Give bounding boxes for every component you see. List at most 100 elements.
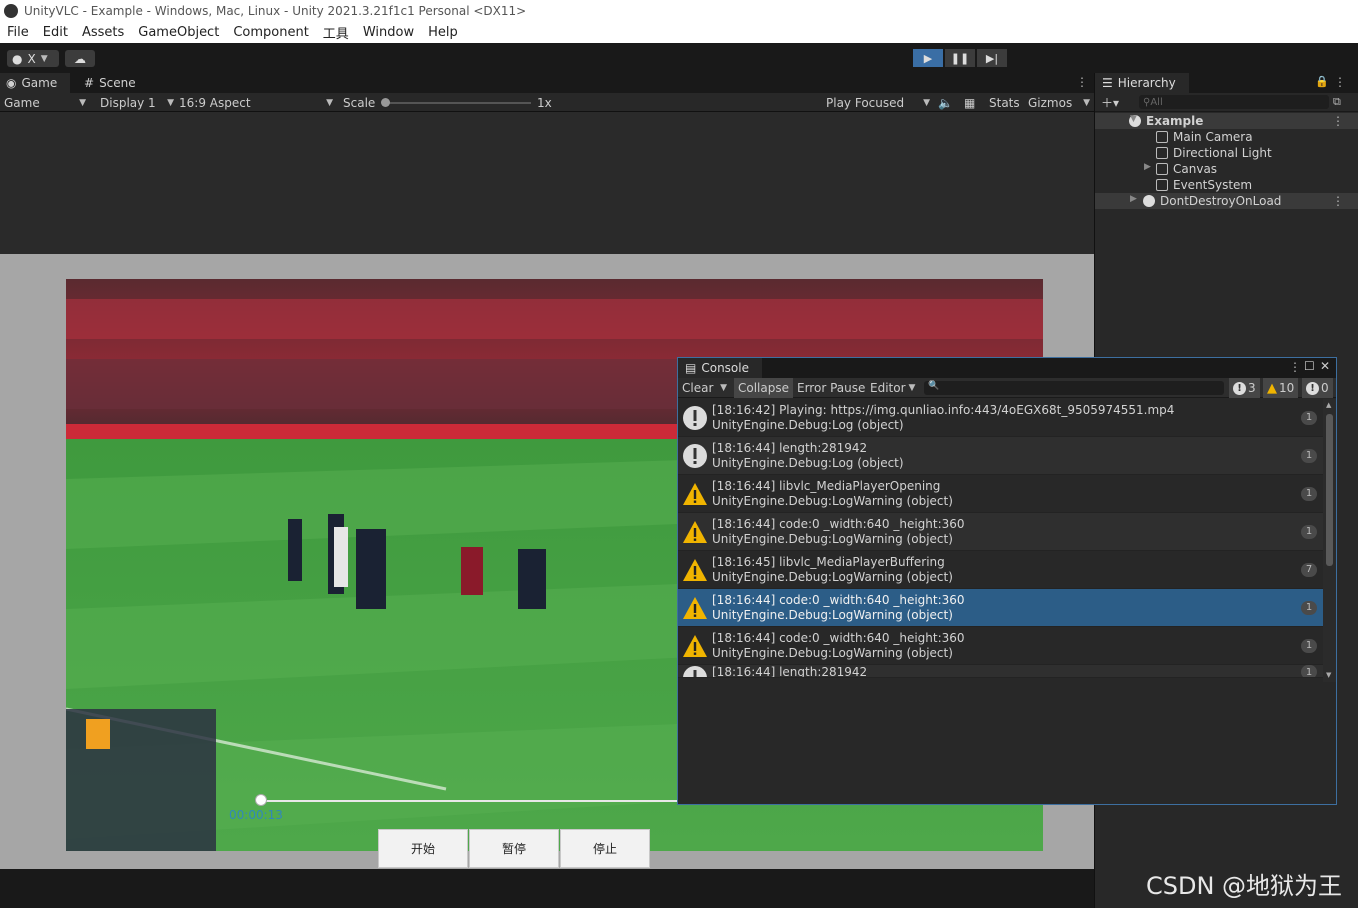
pause-icon: ❚❚ — [950, 51, 970, 65]
scale-slider-track[interactable] — [385, 102, 531, 104]
mute-audio-icon[interactable]: 🔈 — [938, 93, 953, 112]
more-options-icon[interactable]: ⋮ — [1332, 114, 1344, 128]
menu-component[interactable]: Component — [226, 25, 315, 40]
start-button[interactable]: 开始 — [378, 829, 468, 868]
console-scrollbar-thumb[interactable] — [1326, 414, 1333, 566]
console-entry-source: UnityEngine.Debug:LogWarning (object) — [712, 645, 953, 660]
console-entry-text: [18:16:44] code:0 _width:640 _height:360… — [712, 631, 1301, 661]
clear-label: Clear — [682, 381, 714, 395]
scroll-down-icon[interactable]: ▼ — [1326, 671, 1331, 679]
step-button[interactable]: ▶| — [977, 49, 1007, 67]
chevron-down-icon: ▼ — [720, 383, 727, 393]
menu-file[interactable]: File — [0, 25, 36, 40]
display-grid-icon[interactable]: ▦ — [964, 93, 975, 112]
chevron-down-icon[interactable]: ▼ — [1130, 114, 1137, 124]
menu-tools[interactable]: 工具 — [316, 23, 356, 42]
tab-scene[interactable]: # Scene — [78, 73, 142, 93]
tab-game[interactable]: ◉ Game — [0, 73, 70, 93]
warning-icon — [678, 513, 712, 551]
console-entry-message: [18:16:44] length:281942 — [712, 440, 868, 455]
close-icon[interactable]: ✕ — [1320, 359, 1330, 373]
game-mode-dropdown[interactable]: Game ▼ — [4, 93, 90, 112]
cloud-button[interactable]: ☁ — [65, 50, 95, 67]
account-label: X — [27, 51, 36, 66]
display-dropdown[interactable]: Display 1 ▼ — [100, 93, 174, 112]
error-pause-toggle[interactable]: Error Pause — [793, 378, 869, 398]
more-options-icon[interactable]: ⋮ — [1076, 75, 1088, 89]
console-entry-message: [18:16:44] libvlc_MediaPlayerOpening — [712, 478, 941, 493]
scroll-up-icon[interactable]: ▲ — [1326, 401, 1331, 409]
plus-icon: ＋▾ — [1101, 96, 1120, 110]
console-entry-text: [18:16:44] code:0 _width:640 _height:360… — [712, 593, 1301, 623]
menu-edit[interactable]: Edit — [36, 25, 75, 40]
console-entry[interactable]: [18:16:44] length:281942 UnityEngine.Debu… — [678, 437, 1323, 475]
video-progress-knob[interactable] — [255, 794, 267, 806]
tab-hierarchy[interactable]: ☰ Hierarchy — [1095, 73, 1189, 93]
log-filter-toggle[interactable]: ! 3 — [1229, 378, 1260, 398]
menu-window[interactable]: Window — [356, 25, 421, 40]
more-options-icon[interactable]: ⋮ — [1334, 75, 1346, 89]
list-icon: ☰ — [1102, 76, 1113, 90]
play-button[interactable]: ▶ — [913, 49, 943, 67]
menu-help[interactable]: Help — [421, 25, 465, 40]
collapse-toggle[interactable]: Collapse — [734, 378, 793, 398]
error-count: 0 — [1321, 381, 1329, 395]
chevron-down-icon: ▼ — [1083, 97, 1090, 108]
video-progress-track[interactable] — [261, 800, 681, 802]
step-icon: ▶| — [985, 51, 999, 65]
pause-button[interactable]: ❚❚ — [945, 49, 975, 67]
console-entry[interactable]: [18:16:44] code:0 _width:640 _height:360… — [678, 589, 1323, 627]
window-title: UnityVLC - Example - Windows, Mac, Linux… — [24, 4, 527, 18]
error-filter-toggle[interactable]: ! 0 — [1302, 378, 1333, 398]
console-search-input[interactable]: 🔍 — [924, 381, 1224, 395]
clear-dropdown[interactable]: Clear ▼ — [678, 378, 731, 398]
console-entry[interactable]: [18:16:44] length:281942 1 — [678, 665, 1323, 678]
tab-console[interactable]: ▤ Console — [678, 358, 762, 378]
cloud-icon: ☁ — [74, 51, 86, 66]
hierarchy-item-main-camera[interactable]: Main Camera — [1095, 129, 1358, 145]
tab-scene-label: Scene — [99, 76, 136, 90]
hierarchy-item-directional-light[interactable]: Directional Light — [1095, 145, 1358, 161]
add-object-button[interactable]: ＋▾ — [1101, 94, 1119, 111]
info-icon — [678, 665, 712, 677]
console-entry-count: 1 — [1301, 524, 1317, 539]
maximize-icon[interactable]: ☐ — [1304, 359, 1315, 373]
lock-icon[interactable]: 🔒 — [1315, 75, 1329, 88]
grid-icon: # — [84, 76, 95, 90]
menu-gameobject[interactable]: GameObject — [131, 25, 226, 40]
chevron-right-icon[interactable]: ▶ — [1130, 194, 1137, 204]
scale-slider-knob[interactable] — [381, 98, 390, 107]
warning-filter-toggle[interactable]: ▲ 10 — [1263, 378, 1299, 398]
console-entry-count: 1 — [1301, 486, 1317, 501]
pause-video-button[interactable]: 暂停 — [469, 829, 559, 868]
console-entry[interactable]: [18:16:45] libvlc_MediaPlayerBuffering Un… — [678, 551, 1323, 589]
hierarchy-item-canvas[interactable]: Canvas — [1095, 161, 1358, 177]
search-icon: 🔍 — [928, 381, 940, 391]
hierarchy-item-label: Example — [1146, 114, 1204, 128]
hierarchy-search-input[interactable]: ⚲ All — [1139, 95, 1329, 109]
chevron-down-icon: ▼ — [40, 53, 48, 64]
console-header — [678, 358, 1336, 378]
more-options-icon[interactable]: ⋮ — [1289, 360, 1301, 374]
editor-dropdown[interactable]: Editor ▼ — [866, 378, 919, 398]
console-entry-count: 1 — [1301, 638, 1317, 653]
console-entry[interactable]: [18:16:42] Playing: https://img.qunliao.… — [678, 399, 1323, 437]
console-entry-text: [18:16:42] Playing: https://img.qunliao.… — [712, 403, 1301, 433]
console-entry[interactable]: [18:16:44] libvlc_MediaPlayerOpening Unit… — [678, 475, 1323, 513]
warning-icon — [678, 551, 712, 589]
gizmos-dropdown[interactable]: Gizmos ▼ — [1028, 93, 1090, 112]
account-dropdown[interactable]: ● X ▼ — [7, 50, 59, 67]
stop-button[interactable]: 停止 — [560, 829, 650, 868]
aspect-dropdown[interactable]: 16:9 Aspect ▼ — [179, 93, 333, 112]
menu-assets[interactable]: Assets — [75, 25, 131, 40]
scene-visibility-icon[interactable]: ⧉ — [1333, 95, 1341, 109]
more-options-icon[interactable]: ⋮ — [1332, 194, 1344, 208]
chevron-down-icon: ▼ — [326, 97, 333, 108]
console-entry-text: [18:16:44] code:0 _width:640 _height:360… — [712, 517, 1301, 547]
play-focused-dropdown[interactable]: Play Focused ▼ — [826, 93, 930, 112]
console-entry[interactable]: [18:16:44] code:0 _width:640 _height:360… — [678, 513, 1323, 551]
hierarchy-item-eventsystem[interactable]: EventSystem — [1095, 177, 1358, 193]
stats-button[interactable]: Stats — [989, 93, 1020, 112]
chevron-right-icon[interactable]: ▶ — [1144, 162, 1151, 172]
console-entry[interactable]: [18:16:44] code:0 _width:640 _height:360… — [678, 627, 1323, 665]
